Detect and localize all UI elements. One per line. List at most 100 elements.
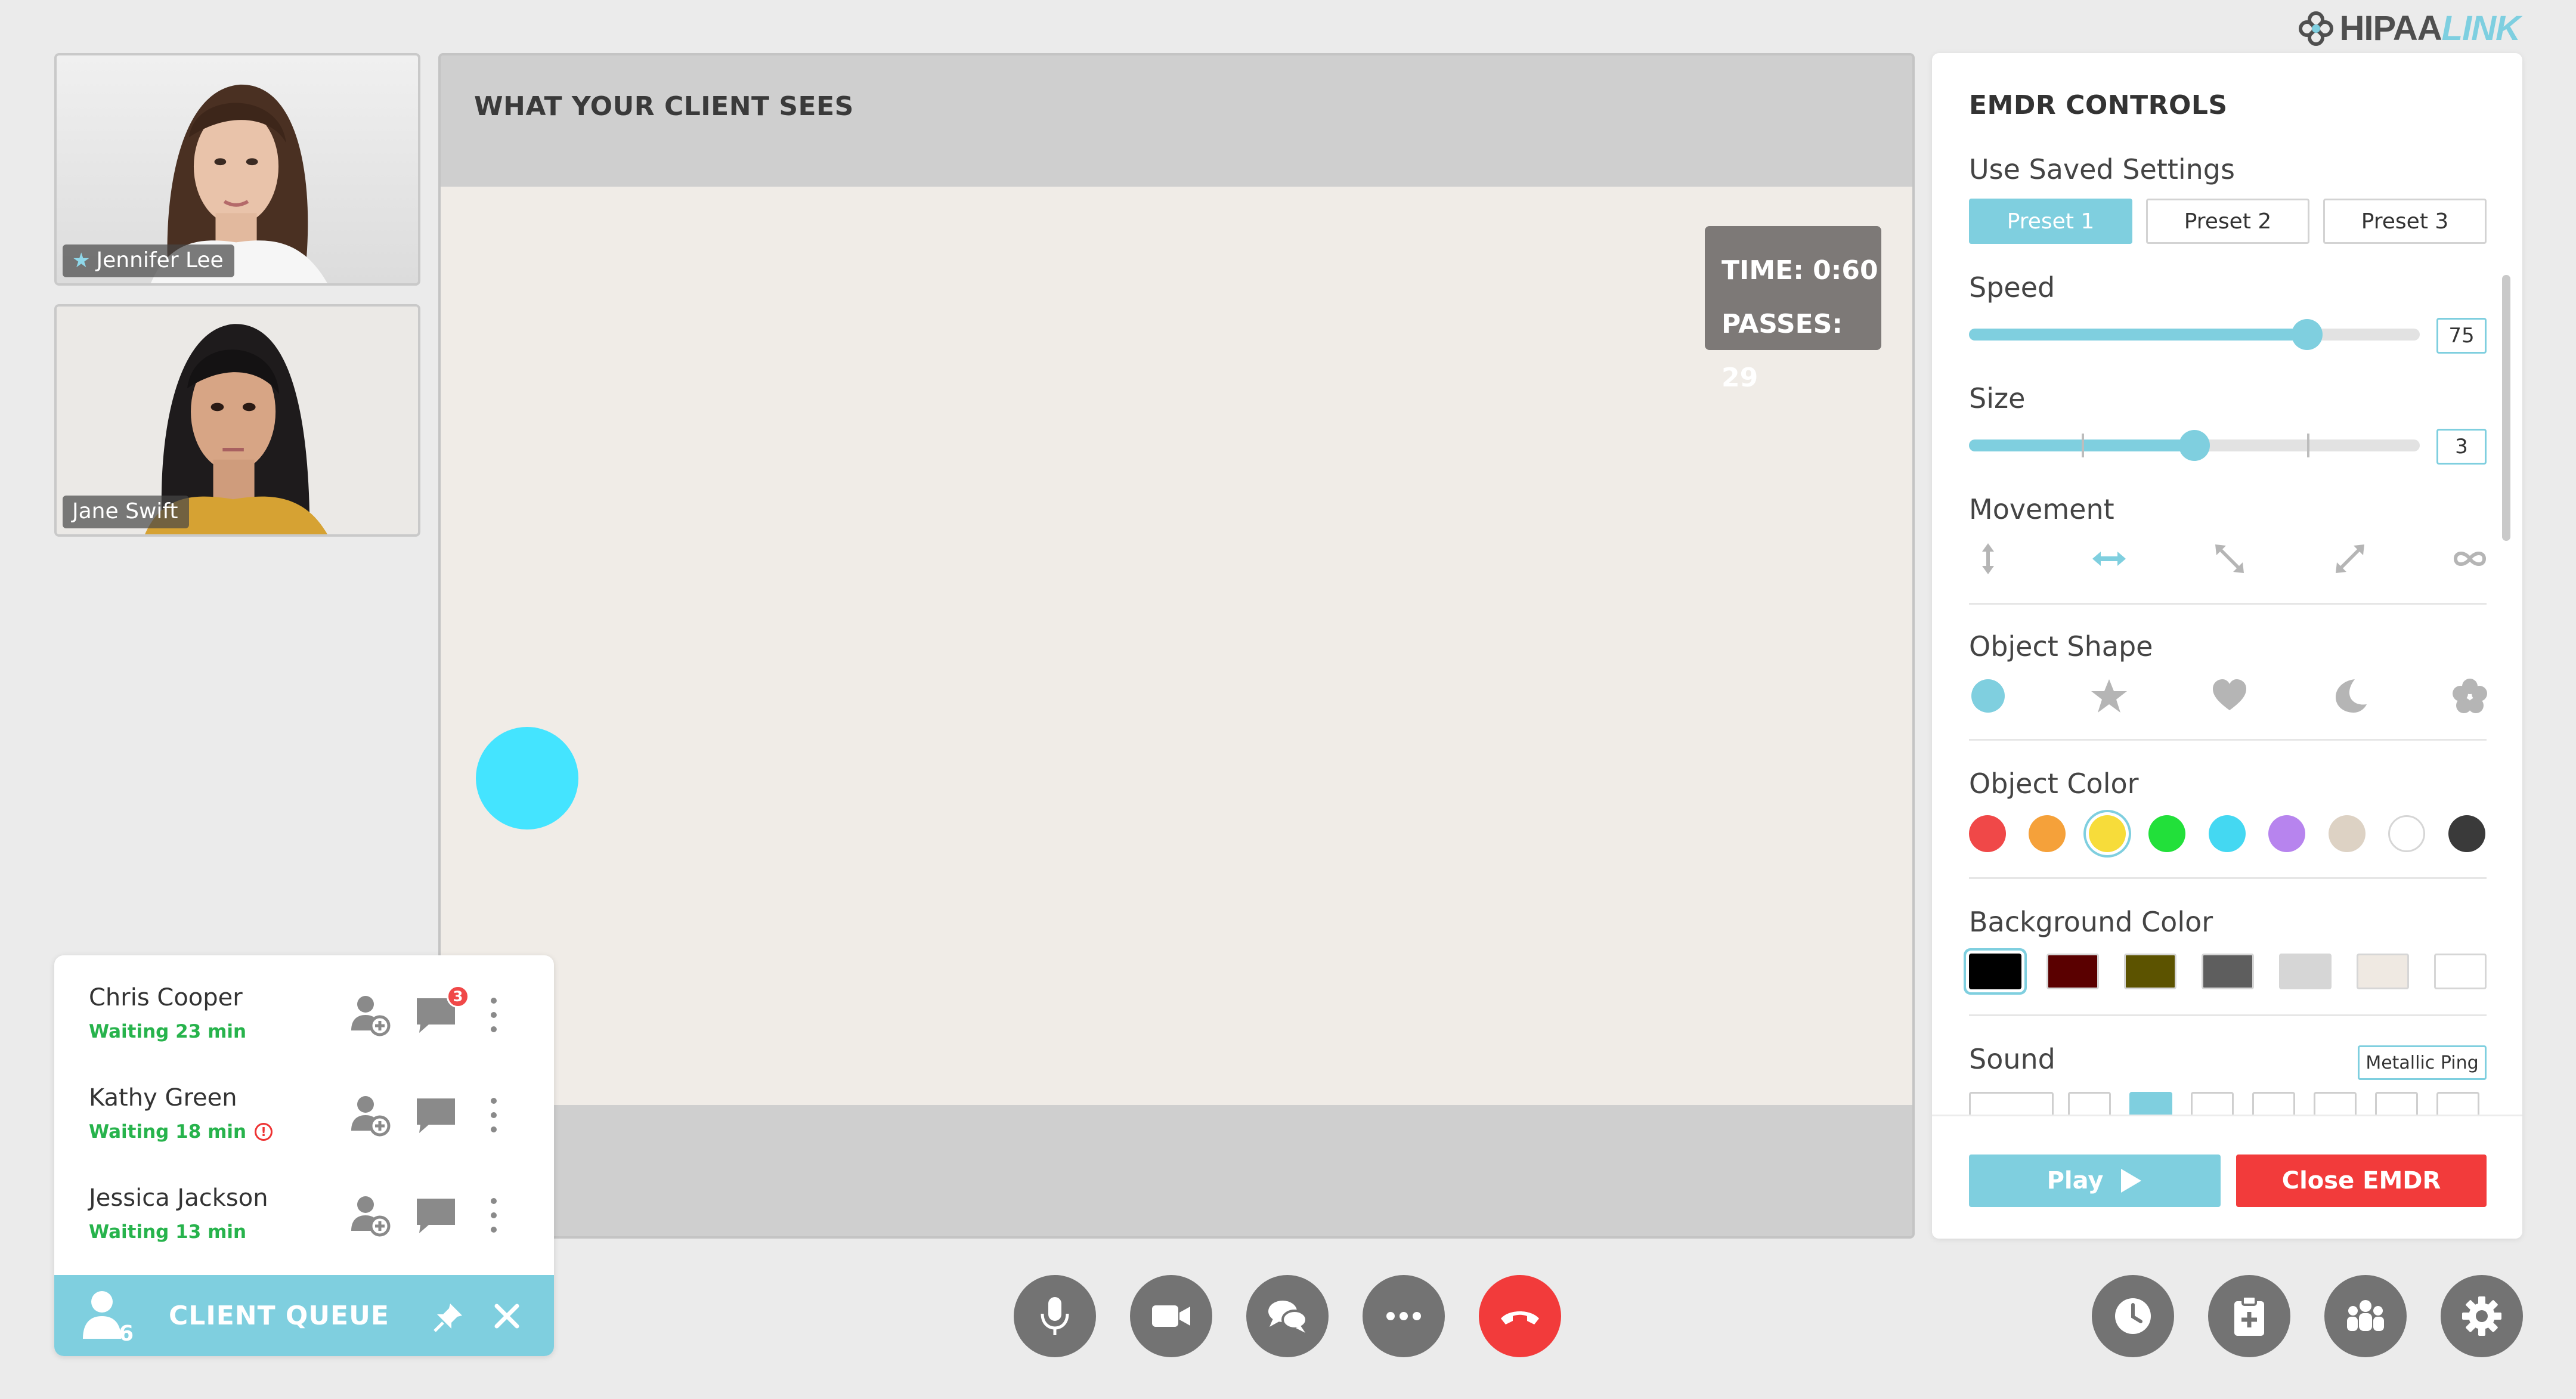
hang-up-icon (1501, 1311, 1539, 1324)
queue-item[interactable]: Chris Cooper Waiting 23 min 3 (54, 955, 554, 1056)
more-vertical-icon[interactable] (485, 1191, 503, 1239)
background-color-black[interactable] (1969, 954, 2021, 989)
speed-label: Speed (1969, 271, 2055, 304)
background-color-maroon[interactable] (2046, 954, 2099, 989)
speed-slider-handle[interactable] (2292, 319, 2323, 350)
logo-text-hipaa: HIPAA (2339, 9, 2442, 48)
participants-button[interactable] (2324, 1275, 2407, 1357)
object-color-orange[interactable] (2029, 815, 2066, 852)
movement-diagonal-up-option[interactable] (2326, 535, 2374, 583)
client-queue-title: CLIENT QUEUE (169, 1300, 389, 1331)
client-queue-panel: Chris Cooper Waiting 23 min 3 Kathy Gree… (54, 955, 554, 1356)
speed-value-input[interactable]: 75 (2436, 318, 2487, 354)
object-color-black[interactable] (2448, 815, 2485, 852)
object-color-red[interactable] (1969, 815, 2006, 852)
sound-label: Sound (1969, 1043, 2055, 1075)
emdr-footer: Play Close EMDR (1932, 1115, 2522, 1239)
logo-mark-icon (2298, 11, 2333, 46)
emdr-scrollbar[interactable] (2502, 275, 2510, 541)
clipboard-button[interactable] (2208, 1275, 2290, 1357)
waiting-status: Waiting 13 min (89, 1221, 247, 1243)
history-button[interactable] (2092, 1275, 2174, 1357)
size-label: Size (1969, 382, 2026, 414)
movement-infinity-option[interactable] (2446, 535, 2494, 583)
settings-button[interactable] (2441, 1275, 2523, 1357)
close-icon[interactable] (493, 1302, 521, 1330)
passes-readout: PASSES: 29 (1722, 309, 1843, 393)
background-color-white[interactable] (2434, 954, 2487, 989)
size-slider-tick (2307, 434, 2309, 457)
pin-icon[interactable] (432, 1301, 465, 1333)
movement-diagonal-down-option[interactable] (2206, 535, 2253, 583)
object-color-cyan[interactable] (2209, 815, 2246, 852)
object-color-purple[interactable] (2268, 815, 2305, 852)
background-color-gray[interactable] (2202, 954, 2254, 989)
background-color-light-gray[interactable] (2279, 954, 2332, 989)
size-value-input[interactable]: 3 (2436, 429, 2487, 465)
flower-icon (2453, 679, 2487, 713)
more-vertical-icon[interactable] (485, 1091, 503, 1139)
section-divider (1969, 1014, 2487, 1016)
shape-moon-option[interactable] (2326, 672, 2374, 720)
clipboard-icon (2234, 1295, 2264, 1336)
object-color-beige[interactable] (2329, 815, 2366, 852)
chat-icon[interactable] (412, 1191, 460, 1239)
movement-horizontal-option[interactable] (2085, 535, 2133, 583)
play-button[interactable]: Play (1969, 1155, 2221, 1207)
moon-icon (2336, 679, 2367, 713)
background-color-label: Background Color (1969, 906, 2213, 938)
shape-star-option[interactable] (2085, 672, 2133, 720)
emdr-title: EMDR CONTROLS (1969, 90, 2228, 120)
object-color-yellow[interactable] (2089, 815, 2126, 852)
object-color-green[interactable] (2148, 815, 2185, 852)
more-button[interactable] (1363, 1275, 1445, 1357)
speed-slider-fill (1969, 329, 2307, 341)
more-vertical-icon[interactable] (485, 991, 503, 1039)
object-color-label: Object Color (1969, 767, 2139, 800)
gear-icon (2462, 1296, 2501, 1336)
circle-icon (1971, 679, 2005, 713)
size-slider[interactable] (1969, 430, 2420, 461)
movement-vertical-option[interactable] (1964, 535, 2012, 583)
horizontal-arrow-icon (2092, 552, 2126, 566)
session-timer: TIME: 0:60 PASSES: 29 (1705, 226, 1881, 393)
queue-item[interactable]: Jessica Jackson Waiting 13 min (54, 1156, 554, 1256)
shape-heart-option[interactable] (2206, 672, 2253, 720)
add-person-icon[interactable] (346, 1091, 394, 1139)
background-color-cream[interactable] (2357, 954, 2409, 989)
warning-icon: ! (255, 1123, 273, 1141)
object-color-white[interactable] (2388, 815, 2425, 852)
logo-text-link: LINK (2441, 9, 2521, 48)
add-person-icon[interactable] (346, 1191, 394, 1239)
close-emdr-button[interactable]: Close EMDR (2236, 1155, 2487, 1207)
background-color-olive[interactable] (2124, 954, 2176, 989)
participant-tile-host[interactable]: ★ Jennifer Lee (54, 53, 420, 286)
client-name: Chris Cooper (89, 984, 243, 1011)
hang-up-button[interactable] (1479, 1275, 1561, 1357)
diagonal-up-icon (2336, 544, 2364, 573)
chat-button[interactable] (1246, 1275, 1329, 1357)
shape-flower-option[interactable] (2446, 672, 2494, 720)
add-person-icon[interactable] (346, 991, 394, 1039)
participant-tile[interactable]: Jane Swift (54, 304, 420, 537)
chat-icon[interactable] (412, 1091, 460, 1139)
participant-name-tag: ★ Jennifer Lee (63, 244, 234, 277)
client-queue-header[interactable]: 6 CLIENT QUEUE (54, 1275, 554, 1356)
hipaalink-logo: HIPAA LINK (2297, 8, 2521, 48)
client-name: Kathy Green (89, 1084, 237, 1112)
preset-3-button[interactable]: Preset 3 (2323, 199, 2487, 244)
preset-2-button[interactable]: Preset 2 (2146, 199, 2309, 244)
video-camera-icon (1152, 1305, 1190, 1327)
camera-button[interactable] (1130, 1275, 1212, 1357)
sound-select[interactable]: Metallic Ping (2358, 1045, 2487, 1080)
diagonal-down-icon (2215, 544, 2244, 573)
preset-1-button[interactable]: Preset 1 (1969, 199, 2132, 244)
speed-slider[interactable] (1969, 319, 2420, 350)
size-slider-handle[interactable] (2179, 430, 2210, 461)
shape-circle-option[interactable] (1964, 672, 2012, 720)
client-view-stage (441, 187, 1912, 1105)
waiting-status: Waiting 18 min! (89, 1121, 273, 1143)
microphone-button[interactable] (1014, 1275, 1096, 1357)
queue-item[interactable]: Kathy Green Waiting 18 min! (54, 1056, 554, 1156)
vertical-arrow-icon (1982, 543, 1994, 574)
